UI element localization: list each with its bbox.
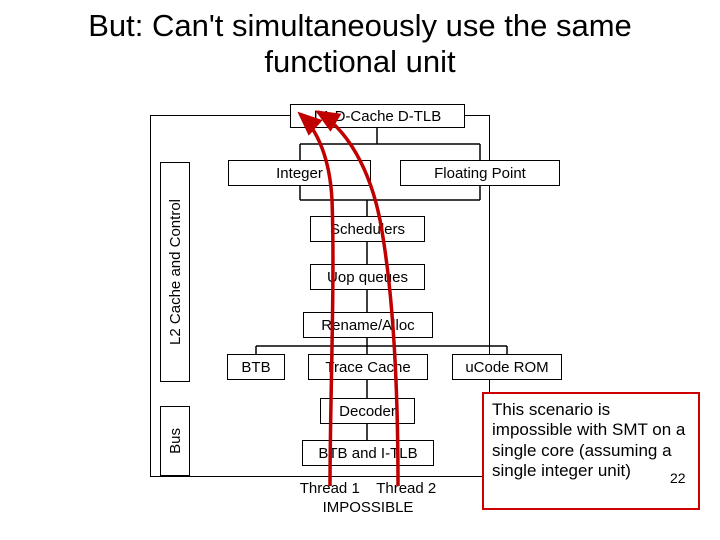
fp-label: Floating Point	[434, 165, 526, 182]
schedulers-label: Schedulers	[330, 221, 405, 238]
decoder-block: Decoder	[320, 398, 415, 424]
btb-block: BTB	[227, 354, 285, 380]
impossible-label: IMPOSSIBLE	[323, 499, 414, 516]
btb-itlb-block: BTB and I-TLB	[302, 440, 434, 466]
schedulers-block: Schedulers	[310, 216, 425, 242]
thread2-label: Thread 2	[376, 480, 436, 497]
ucode-label: uCode ROM	[465, 359, 548, 376]
integer-label: Integer	[276, 165, 323, 182]
trace-label: Trace Cache	[325, 359, 410, 376]
bus-block: Bus	[160, 406, 190, 476]
uop-queues-block: Uop queues	[310, 264, 425, 290]
l1-label: L1 D-Cache D-TLB	[314, 108, 442, 125]
page-number: 22	[670, 470, 686, 486]
btb-label: BTB	[241, 359, 270, 376]
trace-cache-block: Trace Cache	[308, 354, 428, 380]
l1-dcache-block: L1 D-Cache D-TLB	[290, 104, 465, 128]
page-title: But: Can't simultaneously use the same f…	[0, 0, 720, 83]
thread1-label: Thread 1	[300, 480, 360, 497]
ucode-rom-block: uCode ROM	[452, 354, 562, 380]
bus-label: Bus	[167, 428, 184, 454]
thread-labels: Thread 1 Thread 2 IMPOSSIBLE	[263, 480, 473, 518]
integer-block: Integer	[228, 160, 371, 186]
rename-alloc-block: Rename/Alloc	[303, 312, 433, 338]
l2-cache-control-block: L2 Cache and Control	[160, 162, 190, 382]
scenario-note: This scenario is impossible with SMT on …	[482, 392, 700, 510]
fp-block: Floating Point	[400, 160, 560, 186]
decoder-label: Decoder	[339, 403, 396, 420]
uopq-label: Uop queues	[327, 269, 408, 286]
l2-label: L2 Cache and Control	[167, 199, 184, 345]
note-text: This scenario is impossible with SMT on …	[492, 400, 685, 480]
pipeline-diagram: L1 D-Cache D-TLB Integer Floating Point …	[0, 100, 720, 540]
rename-label: Rename/Alloc	[321, 317, 414, 334]
btb2-label: BTB and I-TLB	[318, 445, 417, 462]
